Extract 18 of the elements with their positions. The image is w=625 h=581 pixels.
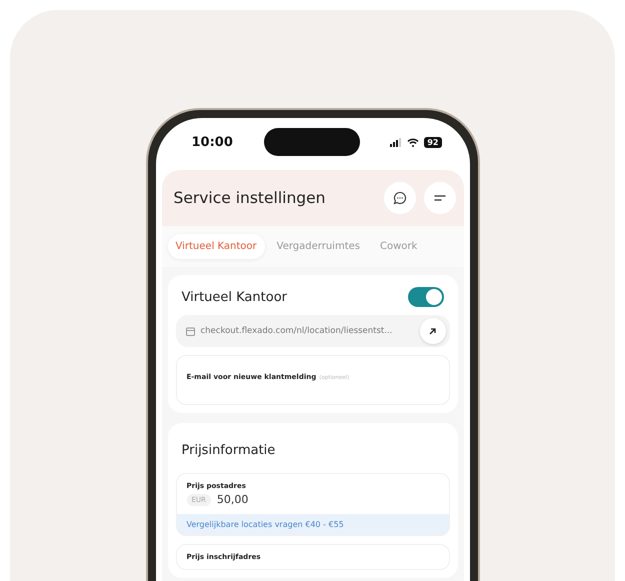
open-link-button[interactable] [420, 318, 446, 344]
arrow-icon [428, 326, 437, 336]
card-title: Virtueel Kantoor [182, 290, 287, 304]
tab[interactable]: Virtueel Kantoor [168, 234, 265, 259]
card-title: Prijsinformatie [182, 442, 276, 458]
page-title: Service instellingen [174, 189, 326, 207]
chat-icon [392, 191, 406, 205]
wifi-icon [407, 138, 420, 146]
link-text: checkout.flexado.com/nl/location/liessentst... [200, 326, 394, 336]
price-value: 50,00 [216, 493, 248, 506]
price-note: Vergelijkbare locaties vragen €40 - €55 [176, 514, 448, 535]
chat-button[interactable] [384, 182, 416, 214]
menu-icon [434, 194, 446, 202]
signal-icon [390, 138, 402, 146]
status-time: 10:00 [192, 134, 233, 150]
calendar-icon [186, 326, 194, 336]
battery-level: 92 [424, 136, 442, 148]
toggle-switch[interactable] [408, 287, 444, 307]
